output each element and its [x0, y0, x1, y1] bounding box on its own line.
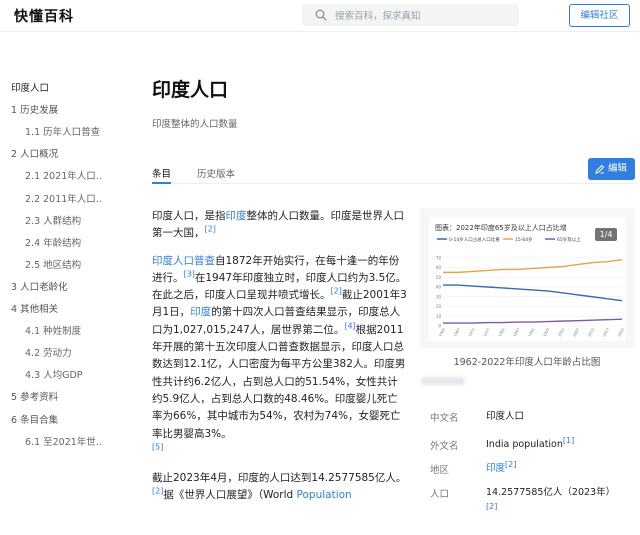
infobox-value-text: 印度人口 [486, 411, 525, 422]
toc-item[interactable]: 2.5 地区结构 [25, 257, 103, 271]
x-tick-label: 2002 [557, 328, 565, 338]
toc-item[interactable]: 4 其他相关 [11, 301, 58, 315]
ref-link[interactable]: [2] [152, 487, 163, 496]
infobox-value-text: 14.2577585亿人（2023年） [486, 487, 616, 498]
toc-item[interactable]: 1.1 历年人口普查 [25, 124, 103, 138]
y-tick-label: 30 [436, 294, 442, 299]
ref-link[interactable]: [2] [505, 460, 516, 469]
text: 截止2023年4月，印度的人口达到14.2577585亿人。 [152, 472, 407, 485]
ref-link[interactable]: [3] [184, 269, 195, 278]
infobox-value[interactable]: 印度[2] [486, 460, 631, 476]
toc-item[interactable]: 2.4 年龄结构 [25, 235, 103, 249]
x-tick-label: 2007 [572, 328, 580, 338]
x-tick-label: 1997 [543, 328, 551, 338]
series-line [443, 318, 623, 324]
link-india-census[interactable]: 印度人口普查 [152, 255, 215, 267]
infobox-key: 人口 [430, 489, 450, 500]
y-tick-label: 20 [436, 304, 442, 309]
y-tick-label: 50 [436, 275, 442, 280]
infobox-key: 外文名 [430, 441, 459, 452]
active-tab-indicator [152, 182, 171, 184]
toc-item[interactable]: 6 条目合集 [11, 412, 58, 426]
infobox-value-text: India population [486, 439, 563, 450]
x-tick-label: 1982 [498, 328, 506, 338]
toc-item[interactable]: 4.3 人均GDP [25, 367, 103, 381]
text: 据《世界人口展望》（World [163, 489, 297, 502]
page-title: 印度人口 [152, 79, 229, 101]
link-population[interactable]: Population [297, 489, 352, 501]
infobox-value: 14.2577585亿人（2023年） [2] [486, 486, 631, 514]
y-tick-label: 40 [436, 285, 442, 290]
search-bar[interactable]: 搜索百科，探求真知 [302, 4, 519, 26]
infobox-value: India population[1] [486, 436, 631, 452]
y-tick-label: 60 [436, 265, 442, 270]
edit-community-button[interactable]: 编辑社区 [569, 4, 630, 27]
toc-item[interactable]: 2 人口概况 [11, 146, 58, 160]
blurred-text [421, 377, 465, 385]
text: 印度人口，是指 [152, 210, 226, 222]
ref-link[interactable]: [2] [331, 287, 342, 296]
series-line [443, 284, 623, 302]
chart-title: 图表：2022年印度65岁及以上人口占比增 [435, 223, 567, 232]
x-tick-label: 1977 [483, 328, 491, 338]
series-line [443, 259, 623, 274]
x-tick-label: 1987 [513, 328, 521, 338]
figure-caption: 1962-2022年印度人口年龄占比图 [453, 357, 601, 368]
page-subtitle: 印度整体的人口数量 [152, 119, 238, 130]
link-india[interactable]: 印度 [226, 210, 247, 222]
article-body: 印度人口，是指印度整体的人口数量。印度是世界人口第一大国，[2] 印度人口普查自… [152, 208, 407, 515]
ref-link[interactable]: [1] [563, 436, 574, 445]
y-tick-label: 70 [436, 255, 442, 260]
toc-item[interactable]: 5 参考资料 [11, 389, 58, 403]
infobox-key: 中文名 [430, 413, 459, 424]
x-tick-label: 1972 [468, 328, 476, 338]
ref-link[interactable]: [2] [486, 502, 497, 511]
legend-label: 65岁及以上 [557, 236, 581, 243]
paragraph-2: 印度人口普查自1872年开始实行，在每十逢一的年份进行。[3]在1947年印度独… [152, 253, 407, 461]
infobox-value-text[interactable]: 印度 [486, 463, 505, 474]
ref-link[interactable]: [5] [152, 442, 163, 451]
toc-item[interactable]: 2.1 2021年人口… [25, 168, 103, 182]
legend-label: 15-64岁 [515, 236, 533, 243]
toc-item[interactable]: 4.1 种姓制度 [25, 323, 103, 337]
x-tick-label: 1962 [438, 328, 446, 338]
y-tick-label: 0 [438, 324, 441, 329]
top-header: 快懂百科 搜索百科，探求真知 编辑社区 [0, 0, 640, 32]
pencil-icon [595, 164, 605, 174]
y-tick-label: 10 [436, 314, 442, 319]
toc-item[interactable]: 4.2 劳动力 [25, 345, 103, 359]
infobox-value: 印度人口 [486, 410, 631, 424]
toc-item[interactable]: 2.2 2011年人口… [25, 191, 103, 205]
x-tick-label: 1967 [453, 328, 461, 338]
tab-bar: 条目 历史版本 [152, 160, 636, 184]
paragraph-3: 截止2023年4月，印度的人口达到14.2577585亿人。 [2]据《世界人口展… [152, 470, 407, 505]
search-input[interactable]: 搜索百科，探求真知 [335, 8, 421, 22]
ref-link[interactable]: [2] [205, 225, 216, 234]
text: 根据2011年开展的第十五次印度人口普查数据显示，印度人口总数达到12.1亿，人… [152, 323, 406, 440]
x-tick-label: 1992 [528, 328, 536, 338]
site-logo[interactable]: 快懂百科 [14, 6, 74, 26]
x-tick-label: 2017 [602, 328, 610, 338]
toc-item[interactable]: 3 人口老龄化 [11, 279, 68, 293]
ref-link[interactable]: [4] [344, 321, 355, 330]
search-icon [315, 9, 327, 21]
toc-item[interactable]: 6.1 至2021年世… [25, 434, 103, 448]
paragraph-1: 印度人口，是指印度整体的人口数量。印度是世界人口第一大国，[2] [152, 208, 407, 243]
edit-button[interactable]: 编辑 [588, 158, 635, 180]
x-tick-label: 2022 [617, 328, 625, 338]
infobox-key: 地区 [430, 465, 450, 476]
legend-label: 0-14岁人口占总人口比重 [449, 236, 500, 243]
x-tick-label: 2012 [587, 328, 595, 338]
toc-item[interactable]: 2.3 人群结构 [25, 213, 103, 227]
tab-history[interactable]: 历史版本 [197, 166, 235, 180]
image-counter: 1/4 [595, 228, 617, 241]
toc-item[interactable]: 印度人口 [11, 80, 49, 94]
link-india[interactable]: 印度 [190, 306, 211, 318]
edit-button-label: 编辑 [608, 163, 628, 174]
tab-entry[interactable]: 条目 [152, 166, 171, 180]
toc-item[interactable]: 1 历史发展 [11, 102, 58, 116]
